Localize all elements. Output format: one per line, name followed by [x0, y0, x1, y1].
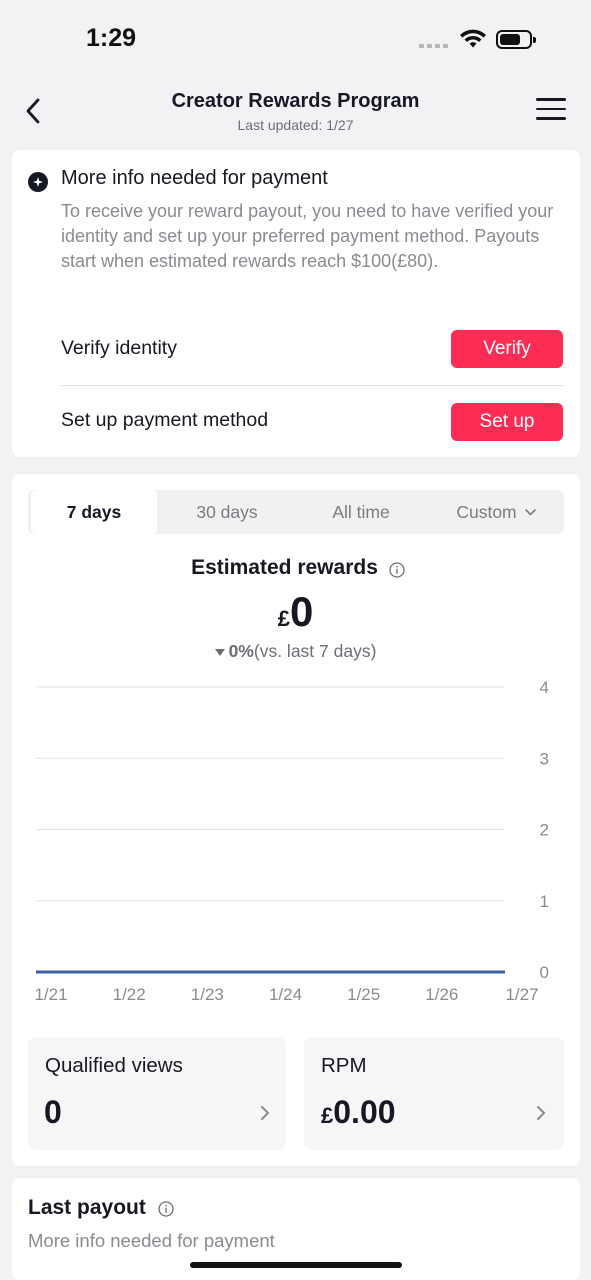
tab-all-time[interactable]: All time	[297, 490, 425, 534]
last-updated-text: Last updated: 1/27	[237, 117, 354, 133]
set-up-button[interactable]: Set up	[451, 403, 563, 441]
rpm-value: £0.00	[321, 1094, 396, 1131]
x-tick-label: 1/22	[113, 985, 146, 1004]
x-tick-label: 1/27	[505, 985, 538, 1004]
divider	[61, 385, 564, 386]
verify-identity-label: Verify identity	[61, 337, 177, 359]
x-tick-label: 1/21	[34, 985, 67, 1004]
wifi-icon	[460, 29, 486, 48]
last-payout-title: Last payout	[28, 1196, 146, 1219]
x-tick-label: 1/25	[347, 985, 380, 1004]
page-title: Creator Rewards Program	[171, 90, 420, 112]
rpm-label: RPM	[321, 1054, 367, 1077]
y-tick-label: 0	[540, 963, 549, 982]
battery-icon	[496, 30, 536, 49]
qualified-views-label: Qualified views	[45, 1054, 183, 1077]
payment-notice-body: To receive your reward payout, you need …	[61, 201, 554, 271]
triangle-down-icon	[214, 649, 225, 656]
info-icon[interactable]	[389, 562, 405, 578]
change-percent: 0%	[228, 641, 254, 661]
y-tick-label: 2	[540, 821, 549, 840]
menu-button[interactable]	[536, 98, 566, 124]
x-tick-label: 1/23	[191, 985, 224, 1004]
cellular-signal-icon	[419, 44, 451, 49]
rewards-change: 0%(vs. last 7 days)	[0, 641, 591, 662]
home-indicator	[190, 1262, 402, 1268]
tab-30-days[interactable]: 30 days	[163, 490, 291, 534]
info-icon[interactable]	[158, 1201, 174, 1217]
tab-custom-label: Custom	[456, 501, 517, 522]
payment-notice-title: More info needed for payment	[61, 167, 328, 189]
status-time: 1:29	[86, 24, 137, 52]
last-payout-status: More info needed for payment	[28, 1230, 275, 1251]
tab-custom[interactable]: Custom	[431, 490, 561, 534]
rpm-currency: £	[321, 1103, 334, 1128]
payment-method-label: Set up payment method	[61, 409, 269, 431]
currency-symbol: £	[277, 606, 290, 631]
chevron-right-icon	[261, 1106, 270, 1120]
y-tick-label: 3	[540, 749, 549, 768]
chevron-right-icon	[537, 1106, 546, 1120]
estimated-rewards-value: £0	[0, 588, 591, 636]
verify-button[interactable]: Verify	[451, 330, 563, 368]
x-tick-label: 1/26	[425, 985, 458, 1004]
x-tick-label: 1/24	[269, 985, 302, 1004]
qualified-views-value: 0	[44, 1094, 62, 1130]
rewards-chart: 0 1 2 3 4 1/21 1/22 1/23 1/24 1/25 1/26 1/27	[34, 678, 549, 1004]
estimated-rewards-label: Estimated rewards	[191, 556, 378, 579]
rpm-amount: 0.00	[333, 1094, 396, 1130]
estimated-rewards-title: Estimated rewards	[0, 556, 591, 580]
y-tick-label: 1	[540, 892, 549, 911]
rewards-amount: 0	[289, 588, 314, 635]
tab-7-days[interactable]: 7 days	[31, 490, 157, 534]
y-tick-label: 4	[540, 678, 549, 697]
alert-icon	[28, 172, 48, 192]
chevron-down-icon	[524, 508, 536, 516]
change-suffix: (vs. last 7 days)	[253, 641, 377, 661]
